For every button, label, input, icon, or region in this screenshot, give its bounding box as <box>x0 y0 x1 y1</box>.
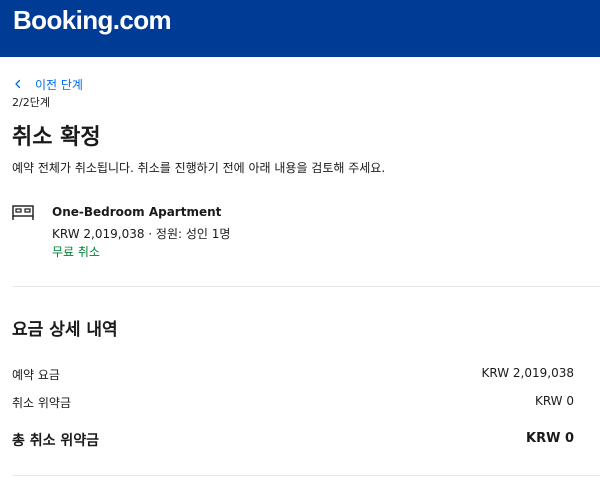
step-indicator: 2/2단계 <box>12 96 50 109</box>
page-title: 취소 확정 <box>12 125 101 150</box>
back-link-label: 이전 단계 <box>35 77 83 92</box>
total-cancellation-fee-label: 총 취소 위약금 <box>12 433 100 449</box>
header-bar: Booking.com <box>0 0 600 57</box>
booking-logo[interactable]: Booking.com <box>13 5 172 36</box>
booking-fee-value: KRW 2,019,038 <box>481 366 574 380</box>
back-link[interactable]: 이전 단계 <box>13 75 83 93</box>
page-description: 예약 전체가 취소됩니다. 취소를 진행하기 전에 아래 내용을 검토해 주세요… <box>12 161 386 175</box>
cancellation-fee-label: 취소 위약금 <box>12 396 72 410</box>
divider <box>12 286 600 287</box>
free-cancellation-label: 무료 취소 <box>52 245 100 259</box>
bed-icon <box>12 205 34 220</box>
total-cancellation-fee-value: KRW 0 <box>526 431 574 446</box>
chevron-left-icon <box>15 79 21 89</box>
cancellation-fee-value: KRW 0 <box>534 394 574 408</box>
booking-fee-label: 예약 요금 <box>12 368 60 382</box>
property-detail: KRW 2,019,038 · 정원: 성인 1명 <box>52 227 231 241</box>
price-breakdown-title: 요금 상세 내역 <box>12 320 118 340</box>
divider <box>12 475 600 476</box>
property-name: One-Bedroom Apartment <box>52 205 222 219</box>
